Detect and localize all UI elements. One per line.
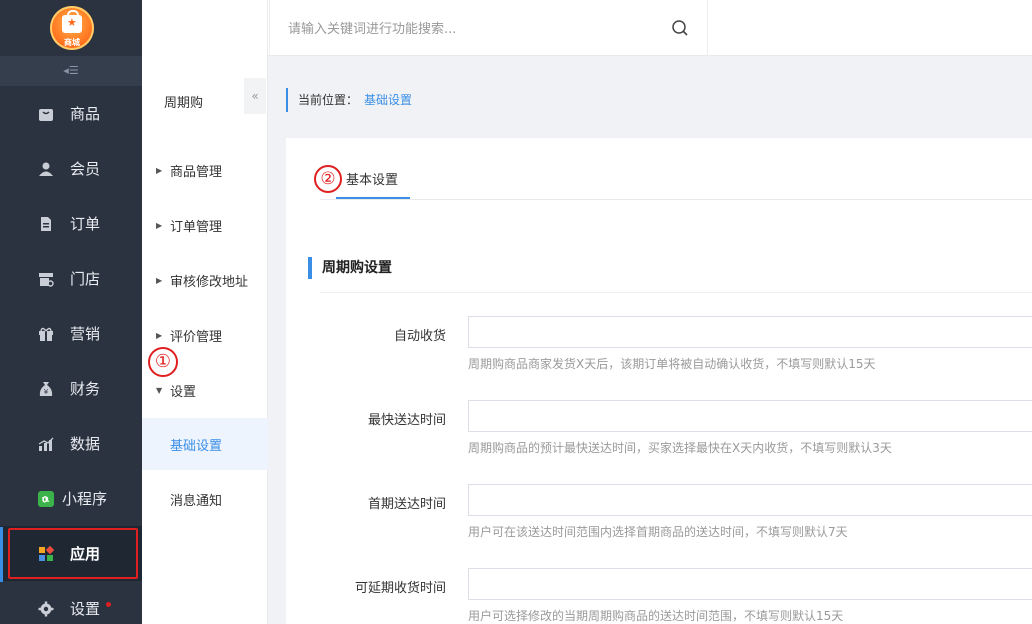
sidebar-item-mini-program[interactable]: 小程序 <box>0 471 142 526</box>
caret-right-icon: ▶ <box>156 275 163 285</box>
caret-right-icon: ▶ <box>156 330 163 340</box>
logo-area: ★ 商城 <box>0 0 142 56</box>
active-tab-indicator <box>336 197 410 199</box>
gear-icon <box>38 601 54 616</box>
document-icon <box>41 216 51 231</box>
subnav-item-label: 审核修改地址 <box>170 274 249 290</box>
sidebar-item-label: 会员 <box>70 160 101 178</box>
subnav-item-label: 订单管理 <box>170 219 223 235</box>
sidebar-item-stores[interactable]: 门店 <box>0 251 142 306</box>
bag-icon <box>39 108 53 121</box>
top-bar <box>142 0 1032 56</box>
sidebar-item-label: 数据 <box>70 435 101 453</box>
breadcrumb-prefix: 当前位置： <box>298 93 359 107</box>
sidebar-item-label: 小程序 <box>62 490 108 508</box>
auto-receive-input[interactable] <box>468 316 1032 348</box>
auto-receive-help: 周期购商品商家发货X天后，该期订单将被自动确认收货，不填写则默认15天 <box>468 357 876 371</box>
sidebar-item-settings[interactable]: 设置 <box>0 581 142 624</box>
subnav-item-address-review[interactable]: ▶ 审核修改地址 <box>142 254 268 306</box>
sidebar-item-label: 营销 <box>70 325 101 343</box>
sidebar-collapse-button[interactable]: ◂☰ <box>0 56 142 86</box>
bar-chart-icon <box>38 437 54 451</box>
active-indicator <box>0 527 3 582</box>
subnav-item-label: 商品管理 <box>170 164 223 180</box>
delay-receive-input[interactable] <box>468 568 1032 600</box>
sidebar-item-orders[interactable]: 订单 <box>0 196 142 251</box>
subnav-title: 周期购 <box>164 96 204 111</box>
shop-logo[interactable]: ★ 商城 <box>50 6 94 50</box>
subnav-item-label: 评价管理 <box>170 329 223 345</box>
notification-dot <box>106 602 111 607</box>
subnav-item-order-management[interactable]: ▶ 订单管理 <box>142 199 268 251</box>
first-delivery-input[interactable] <box>468 484 1032 516</box>
caret-down-icon: ▼ <box>156 385 163 395</box>
first-delivery-help: 用户可在该送达时间范围内选择首期商品的送达时间，不填写则默认7天 <box>468 525 848 539</box>
sidebar-item-label: 商品 <box>70 105 101 123</box>
function-search-input[interactable] <box>288 16 668 42</box>
fastest-delivery-input[interactable] <box>468 400 1032 432</box>
section-title: 周期购设置 <box>308 257 392 279</box>
subnav-item-goods-management[interactable]: ▶ 商品管理 <box>142 144 268 196</box>
fastest-delivery-label: 最快送达时间 <box>367 413 446 428</box>
subnav-item-label: 消息通知 <box>170 493 223 509</box>
caret-right-icon: ▶ <box>156 220 163 230</box>
annotation-marker-2: ② <box>314 165 342 193</box>
annotation-marker-1: ① <box>148 347 178 377</box>
tab-divider <box>320 199 1032 200</box>
divider <box>707 0 708 56</box>
breadcrumb: 当前位置： 基础设置 <box>286 88 412 112</box>
subnav-item-label: 基础设置 <box>170 438 223 454</box>
search-icon <box>672 20 688 36</box>
sidebar-item-label: 订单 <box>70 215 101 233</box>
search-button[interactable] <box>662 10 698 46</box>
subnav-header: 周期购 « <box>142 56 268 144</box>
sidebar-item-label: 门店 <box>70 270 101 288</box>
fastest-delivery-help: 周期购商品的预计最快送达时间，买家选择最快在X天内收货，不填写则默认3天 <box>468 441 892 455</box>
annotation-highlight-box <box>8 528 138 579</box>
logo-star-icon: ★ <box>67 16 77 29</box>
svg-text:¥: ¥ <box>44 388 49 396</box>
section-divider <box>320 292 1032 293</box>
delay-receive-label: 可延期收货时间 <box>354 581 446 596</box>
sidebar-item-label: 设置 <box>70 600 101 618</box>
sidebar-item-data[interactable]: 数据 <box>0 416 142 471</box>
sidebar-item-finance[interactable]: ¥ 财务 <box>0 361 142 416</box>
logo-text: 商城 <box>64 38 80 47</box>
money-bag-icon: ¥ <box>39 381 53 396</box>
subnav-item-basic-settings[interactable]: 基础设置 <box>142 418 268 470</box>
caret-right-icon: ▶ <box>156 165 163 175</box>
sidebar-item-goods[interactable]: 商品 <box>0 86 142 141</box>
double-chevron-left-icon: « <box>251 89 259 103</box>
subnav-item-message-notification[interactable]: 消息通知 <box>142 473 268 525</box>
sidebar-item-members[interactable]: 会员 <box>0 141 142 196</box>
main-sidebar: ★ 商城 ◂☰ 商品 会员 订单 门店 营销 ¥ 财务 数据 小程序 应用 设置 <box>0 0 142 624</box>
store-icon <box>39 272 54 287</box>
delay-receive-help: 用户可选择修改的当期周期购商品的送达时间范围，不填写则默认15天 <box>468 609 844 623</box>
mini-program-icon <box>38 490 54 507</box>
subnav-item-label: 设置 <box>170 384 197 400</box>
sub-sidebar: 周期购 « ▶ 商品管理 ▶ 订单管理 ▶ 审核修改地址 ▶ 评价管理 ▼ 设置… <box>142 0 268 624</box>
user-icon <box>39 162 53 176</box>
settings-panel: 基本设置 ② 周期购设置 自动收货 周期购商品商家发货X天后，该期订单将被自动确… <box>286 138 1032 624</box>
sidebar-item-label: 财务 <box>70 380 101 398</box>
gift-icon <box>39 327 53 341</box>
breadcrumb-current[interactable]: 基础设置 <box>364 93 412 107</box>
subnav-collapse-button[interactable]: « <box>244 78 266 114</box>
auto-receive-label: 自动收货 <box>393 329 446 344</box>
tab-basic-settings[interactable]: 基本设置 <box>336 166 408 200</box>
first-delivery-label: 首期送达时间 <box>367 497 446 512</box>
sidebar-item-marketing[interactable]: 营销 <box>0 306 142 361</box>
